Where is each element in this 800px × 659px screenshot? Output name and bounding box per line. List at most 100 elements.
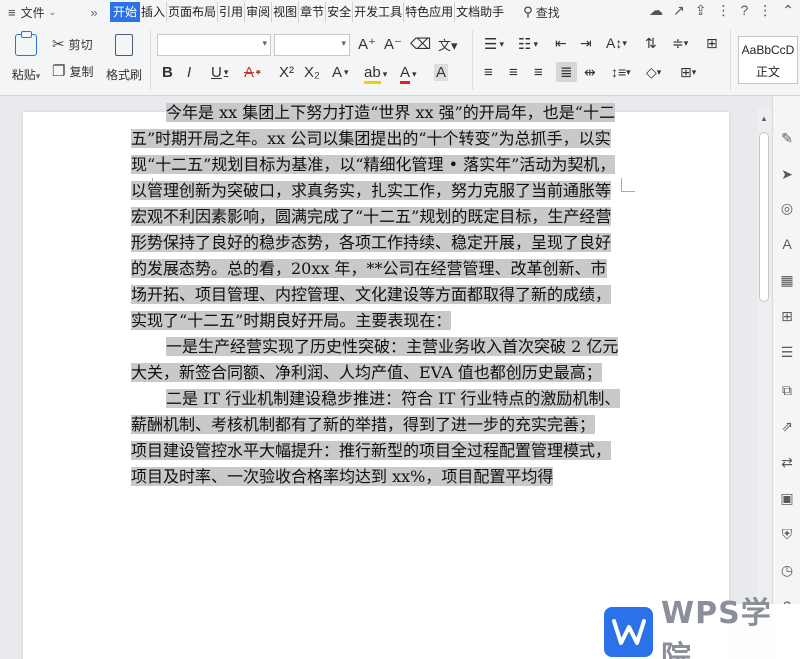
more-tabs-icon[interactable]: » <box>78 5 110 20</box>
superscript-button[interactable]: X² <box>279 64 294 81</box>
menu-bar: ≡ 文件 ⌄ » 开始 插入 页面布局 引用 审阅 视图 章节 安全 开发工具 … <box>0 0 800 24</box>
decrease-indent-button[interactable]: ⇤ <box>555 35 567 52</box>
style-preview: AaBbCcD <box>741 43 795 57</box>
format-painter-button[interactable]: 格式刷 <box>106 34 142 83</box>
translate-icon[interactable]: ⇄ <box>779 454 795 470</box>
tab-references[interactable]: 引用 <box>218 2 246 22</box>
document-body[interactable]: 今年是 xx 集团上下努力打造“世界 xx 强”的开局年，也是“十二五”时期开局… <box>131 100 622 490</box>
right-sidebar: ✎ ➤ ◎ A ▦ ⊞ ☰ ⧉ ⇗ ⇄ ▣ ⛨ ◷ ? <box>772 96 800 659</box>
borders-button[interactable]: ⊞ <box>706 35 718 52</box>
chevron-down-icon: ⌄ <box>48 6 57 17</box>
tab-view[interactable]: 视图 <box>272 2 300 22</box>
font-size-select[interactable] <box>274 34 350 56</box>
hamburger-icon: ≡ <box>8 4 16 20</box>
share-out-icon[interactable]: ⇗ <box>779 418 795 434</box>
selected-text[interactable]: 项目建设管控水平大幅提升：推行新型的项目全过程配置管理模式，项目及时率、一次验收… <box>131 441 612 486</box>
search-button[interactable]: ⚲ 查找 <box>523 4 560 21</box>
line-spacing-button[interactable]: ≑ ▾ <box>672 35 688 52</box>
paint-bucket-icon: ◇ <box>646 64 657 80</box>
share-icon[interactable]: ↗ <box>673 2 685 19</box>
align-center-button[interactable]: ≡ <box>509 64 518 81</box>
underline-icon: U <box>211 64 222 81</box>
apps-grid-icon[interactable]: ⊞ <box>779 308 795 324</box>
divider <box>150 30 151 90</box>
subscript-button[interactable]: X₂ <box>304 64 320 81</box>
tab-security[interactable]: 安全 <box>326 2 354 22</box>
italic-button[interactable]: I <box>187 64 191 81</box>
style-icon[interactable]: A <box>779 236 795 252</box>
cut-button[interactable]: ✂ 剪切 <box>52 35 93 53</box>
clock-icon[interactable]: ◷ <box>779 562 795 578</box>
image-gallery-icon[interactable]: ⧉ <box>779 382 795 398</box>
tab-section[interactable]: 章节 <box>299 2 327 22</box>
more-icon[interactable]: ⋮ <box>716 2 730 19</box>
paragraph[interactable]: 项目建设管控水平大幅提升：推行新型的项目全过程配置管理模式，项目及时率、一次验收… <box>131 438 622 490</box>
underline-button[interactable]: U ▾ <box>211 64 228 81</box>
more-icon[interactable]: ⋮ <box>758 2 772 19</box>
cursor-icon[interactable]: ➤ <box>779 166 795 182</box>
char-shading-button[interactable]: A <box>434 64 449 81</box>
shapes-icon[interactable]: ◎ <box>779 200 795 216</box>
bold-button[interactable]: B <box>162 64 173 81</box>
align-left-button[interactable]: ≡ <box>484 64 493 81</box>
tab-review[interactable]: 审阅 <box>245 2 273 22</box>
selected-text[interactable]: 今年是 xx 集团上下努力打造“世界 xx 强”的开局年，也是“十二五”时期开局… <box>131 103 616 330</box>
bullets-button[interactable]: ☰ ▾ <box>484 35 504 53</box>
sort-button[interactable]: ⇅ <box>645 35 657 52</box>
paragraph[interactable]: 二是 IT 行业机制建设稳步推进：符合 IT 行业特点的激励机制、薪酬机制、考核… <box>131 386 622 438</box>
strikethrough-icon: A <box>244 64 255 81</box>
paragraph[interactable]: 今年是 xx 集团上下努力打造“世界 xx 强”的开局年，也是“十二五”时期开局… <box>131 100 622 334</box>
tab-insert[interactable]: 插入 <box>140 2 168 22</box>
numbering-button[interactable]: ☷ ▾ <box>518 35 538 53</box>
shrink-font-button[interactable]: A⁻ <box>384 35 402 53</box>
scrollbar-thumb[interactable] <box>759 132 769 302</box>
file-menu[interactable]: ≡ 文件 ⌄ <box>0 0 78 24</box>
table-icon[interactable]: ▦ <box>779 272 795 288</box>
distributed-button[interactable]: ⇹ <box>584 64 596 81</box>
shield-icon[interactable]: ⛨ <box>779 526 795 542</box>
collapse-ribbon-icon[interactable]: ⌃ <box>782 2 794 19</box>
justify-button[interactable]: ≣ <box>556 62 577 82</box>
paste-button[interactable]: 粘贴▾ <box>8 31 44 83</box>
cloud-icon[interactable]: ☁ <box>649 2 663 19</box>
paragraph[interactable]: 一是生产经营实现了历史性突破：主营业务收入首次突破 2 亿元大关，新签合同额、净… <box>131 334 622 386</box>
border-dropdown[interactable]: ⊞ ▾ <box>680 64 696 81</box>
tab-special-apps[interactable]: 特色应用 <box>404 2 456 22</box>
increase-indent-button[interactable]: ⇥ <box>580 35 592 52</box>
align-center-icon: ≡ <box>509 64 518 81</box>
text-direction-button[interactable]: A↕ ▾ <box>606 35 627 51</box>
line-spacing-dropdown[interactable]: ↕≡ ▾ <box>611 64 631 80</box>
tab-doc-assistant[interactable]: 文档助手 <box>455 2 505 22</box>
text-effect-button[interactable]: A ▾ <box>332 64 349 81</box>
divider <box>472 30 473 90</box>
highlight-button[interactable]: ab ▾ <box>364 64 387 84</box>
char-shading-icon: A <box>434 64 449 81</box>
export-icon[interactable]: ⇪ <box>695 2 707 19</box>
tab-developer[interactable]: 开发工具 <box>353 2 405 22</box>
paste-label: 粘贴 <box>11 68 36 82</box>
tab-page-layout[interactable]: 页面布局 <box>167 2 219 22</box>
phonetic-icon: 文▾ <box>438 38 458 53</box>
align-right-button[interactable]: ≡ <box>534 64 543 81</box>
settings-sliders-icon[interactable]: ☰ <box>779 344 795 360</box>
bold-icon: B <box>162 64 173 81</box>
copy-button[interactable]: ❐ 复制 <box>52 62 93 80</box>
search-label: 查找 <box>535 5 560 20</box>
font-color-button[interactable]: A ▾ <box>400 64 417 84</box>
clear-format-button[interactable]: ⌫ <box>410 35 431 53</box>
vertical-scrollbar[interactable]: ▲ <box>757 108 771 659</box>
tab-home[interactable]: 开始 <box>110 2 141 22</box>
picture-icon[interactable]: ▣ <box>779 490 795 506</box>
outdent-icon: ⇤ <box>555 35 567 51</box>
selected-text[interactable]: 一是生产经营实现了历史性突破：主营业务收入首次突破 2 亿元大关，新签合同额、净… <box>131 337 619 382</box>
style-normal[interactable]: AaBbCcD 正文 <box>738 36 798 84</box>
grow-font-button[interactable]: A⁺ <box>358 35 376 53</box>
phonetic-guide-button[interactable]: 文▾ <box>438 35 458 54</box>
pen-icon[interactable]: ✎ <box>779 130 795 146</box>
shading-button[interactable]: ◇ ▾ <box>646 64 661 81</box>
scroll-up-icon[interactable]: ▲ <box>760 114 768 123</box>
selected-text[interactable]: 二是 IT 行业机制建设稳步推进：符合 IT 行业特点的激励机制、薪酬机制、考核… <box>131 389 621 434</box>
help-icon[interactable]: ? <box>740 2 748 19</box>
strikethrough-button[interactable]: A ▾ <box>244 64 261 81</box>
font-name-select[interactable] <box>157 34 271 56</box>
